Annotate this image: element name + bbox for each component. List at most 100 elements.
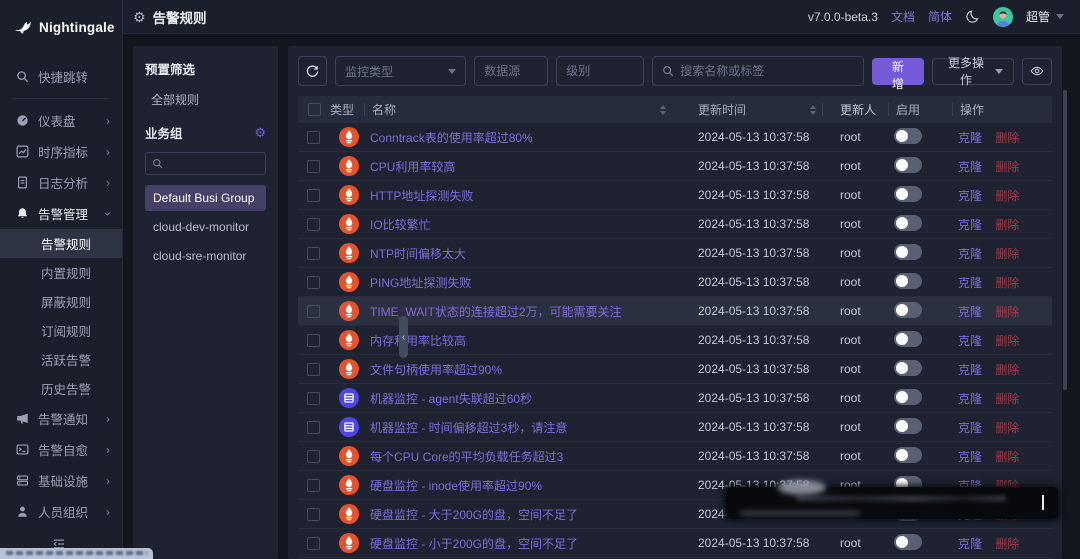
column-name[interactable]: 名称 (370, 96, 678, 123)
row-checkbox[interactable] (307, 160, 320, 173)
row-checkbox[interactable] (307, 363, 320, 376)
rule-name-link[interactable]: TIME_WAIT状态的连接超过2万，可能需要关注 (370, 305, 622, 319)
row-checkbox[interactable] (307, 450, 320, 463)
clone-link[interactable]: 克隆 (958, 131, 982, 145)
table-row[interactable]: 机器监控 - 时间偏移超过3秒，请注意 2024-05-13 10:37:58 … (298, 413, 1052, 442)
rule-name-link[interactable]: 硬盘监控 - 大于200G的盘，空间不足了 (370, 508, 578, 522)
brand-logo[interactable]: Nightingale (0, 0, 122, 55)
table-row[interactable]: 内存利用率比较高 2024-05-13 10:37:58 root 克隆 删除 (298, 326, 1052, 355)
avatar[interactable] (993, 7, 1013, 27)
enable-toggle[interactable] (894, 273, 922, 289)
row-checkbox[interactable] (307, 247, 320, 260)
select-all-checkbox[interactable] (308, 103, 321, 116)
rule-name-link[interactable]: 内存利用率比较高 (370, 334, 466, 348)
sidebar-item-infrastructure[interactable]: 基础设施 › (0, 465, 122, 496)
table-row[interactable]: IO比较繁忙 2024-05-13 10:37:58 root 克隆 删除 (298, 210, 1052, 239)
delete-link[interactable]: 删除 (995, 189, 1019, 203)
table-row[interactable]: 每个CPU Core的平均负载任务超过3 2024-05-13 10:37:58… (298, 442, 1052, 471)
delete-link[interactable]: 删除 (995, 334, 1019, 348)
enable-toggle[interactable] (894, 157, 922, 173)
enable-toggle[interactable] (894, 534, 922, 550)
rule-name-link[interactable]: CPU利用率较高 (370, 160, 455, 174)
clone-link[interactable]: 克隆 (958, 160, 982, 174)
sidebar-item-self-healing[interactable]: 告警自愈 › (0, 434, 122, 465)
row-checkbox[interactable] (307, 479, 320, 492)
delete-link[interactable]: 删除 (995, 305, 1019, 319)
business-group-item[interactable]: cloud-dev-monitor (145, 214, 266, 240)
clone-link[interactable]: 克隆 (958, 218, 982, 232)
user-menu[interactable]: 超管 (1026, 8, 1064, 25)
enable-toggle[interactable] (894, 302, 922, 318)
page-scrollbar-thumb[interactable] (1063, 90, 1067, 390)
enable-toggle[interactable] (894, 128, 922, 144)
delete-link[interactable]: 删除 (995, 218, 1019, 232)
sidebar-subitem[interactable]: 订阅规则 (0, 316, 122, 345)
rule-name-link[interactable]: 机器监控 - 时间偏移超过3秒，请注意 (370, 421, 567, 435)
delete-link[interactable]: 删除 (995, 276, 1019, 290)
enable-toggle[interactable] (894, 447, 922, 463)
rule-name-link[interactable]: 硬盘监控 - inode使用率超过90% (370, 479, 542, 493)
sidebar-item-dashboards[interactable]: 仪表盘 › (0, 105, 122, 136)
delete-link[interactable]: 删除 (995, 392, 1019, 406)
table-row[interactable]: 硬盘监控 - 小于200G的盘，空间不足了 2024-05-13 10:37:5… (298, 529, 1052, 558)
row-checkbox[interactable] (307, 421, 320, 434)
delete-link[interactable]: 删除 (995, 537, 1019, 551)
add-rule-button[interactable]: 新 增 (872, 58, 924, 85)
panel-collapse-handle[interactable]: ‹ (399, 316, 408, 358)
severity-input[interactable] (556, 56, 644, 86)
rule-name-link[interactable]: IO比较繁忙 (370, 218, 431, 232)
sidebar-subitem[interactable]: 屏蔽规则 (0, 287, 122, 316)
sidebar-item-metrics[interactable]: 时序指标 › (0, 136, 122, 167)
column-updated-at[interactable]: 更新时间 (678, 96, 828, 123)
docs-link[interactable]: 文档 (891, 8, 915, 25)
rule-name-link[interactable]: NTP时间偏移太大 (370, 247, 466, 261)
sidebar-item-quick-jump[interactable]: 快捷跳转 (0, 61, 122, 92)
rule-search-input[interactable] (680, 64, 853, 78)
row-checkbox[interactable] (307, 131, 320, 144)
row-checkbox[interactable] (307, 276, 320, 289)
clone-link[interactable]: 克隆 (958, 392, 982, 406)
delete-link[interactable]: 删除 (995, 421, 1019, 435)
enable-toggle[interactable] (894, 215, 922, 231)
enable-toggle[interactable] (894, 360, 922, 376)
dark-mode-moon-icon[interactable] (965, 9, 980, 24)
sort-time-icon[interactable] (810, 105, 816, 115)
clone-link[interactable]: 克隆 (958, 334, 982, 348)
delete-link[interactable]: 删除 (995, 363, 1019, 377)
datasource-input[interactable] (474, 56, 548, 86)
sidebar-subitem[interactable]: 历史告警 (0, 374, 122, 403)
sidebar-subitem[interactable]: 告警规则 (0, 229, 122, 258)
table-row[interactable]: PING地址探测失败 2024-05-13 10:37:58 root 克隆 删… (298, 268, 1052, 297)
table-row[interactable]: TIME_WAIT状态的连接超过2万，可能需要关注 2024-05-13 10:… (298, 297, 1052, 326)
rule-name-link[interactable]: HTTP地址探测失败 (370, 189, 473, 203)
rule-name-link[interactable]: 硬盘监控 - 小于200G的盘，空间不足了 (370, 537, 578, 551)
delete-link[interactable]: 删除 (995, 160, 1019, 174)
group-search-input[interactable] (167, 158, 259, 170)
table-row[interactable]: Conntrack表的使用率超过80% 2024-05-13 10:37:58 … (298, 123, 1052, 152)
group-settings-gear-icon[interactable]: ⚙ (254, 125, 266, 141)
clone-link[interactable]: 克隆 (958, 305, 982, 319)
enable-toggle[interactable] (894, 389, 922, 405)
clone-link[interactable]: 克隆 (958, 189, 982, 203)
row-checkbox[interactable] (307, 218, 320, 231)
sidebar-item-alert-management[interactable]: 告警管理 › (0, 198, 122, 229)
row-checkbox[interactable] (307, 305, 320, 318)
sidebar-item-alert-notify[interactable]: 告警通知 › (0, 403, 122, 434)
filter-item-all-rules[interactable]: 全部规则 (151, 91, 266, 108)
sort-name-icon[interactable] (660, 105, 666, 115)
rule-name-link[interactable]: PING地址探测失败 (370, 276, 471, 290)
clone-link[interactable]: 克隆 (958, 537, 982, 551)
clone-link[interactable]: 克隆 (958, 421, 982, 435)
clone-link[interactable]: 克隆 (958, 363, 982, 377)
monitor-type-select[interactable]: 监控类型 (335, 56, 466, 86)
table-row[interactable]: 文件句柄使用率超过90% 2024-05-13 10:37:58 root 克隆… (298, 355, 1052, 384)
refresh-button[interactable] (298, 56, 327, 86)
clone-link[interactable]: 克隆 (958, 247, 982, 261)
rule-name-link[interactable]: 机器监控 - agent失联超过60秒 (370, 392, 532, 406)
enable-toggle[interactable] (894, 186, 922, 202)
table-row[interactable]: 机器监控 - agent失联超过60秒 2024-05-13 10:37:58 … (298, 384, 1052, 413)
row-checkbox[interactable] (307, 392, 320, 405)
delete-link[interactable]: 删除 (995, 450, 1019, 464)
business-group-item[interactable]: Default Busi Group (145, 185, 266, 211)
table-row[interactable]: HTTP地址探测失败 2024-05-13 10:37:58 root 克隆 删… (298, 181, 1052, 210)
